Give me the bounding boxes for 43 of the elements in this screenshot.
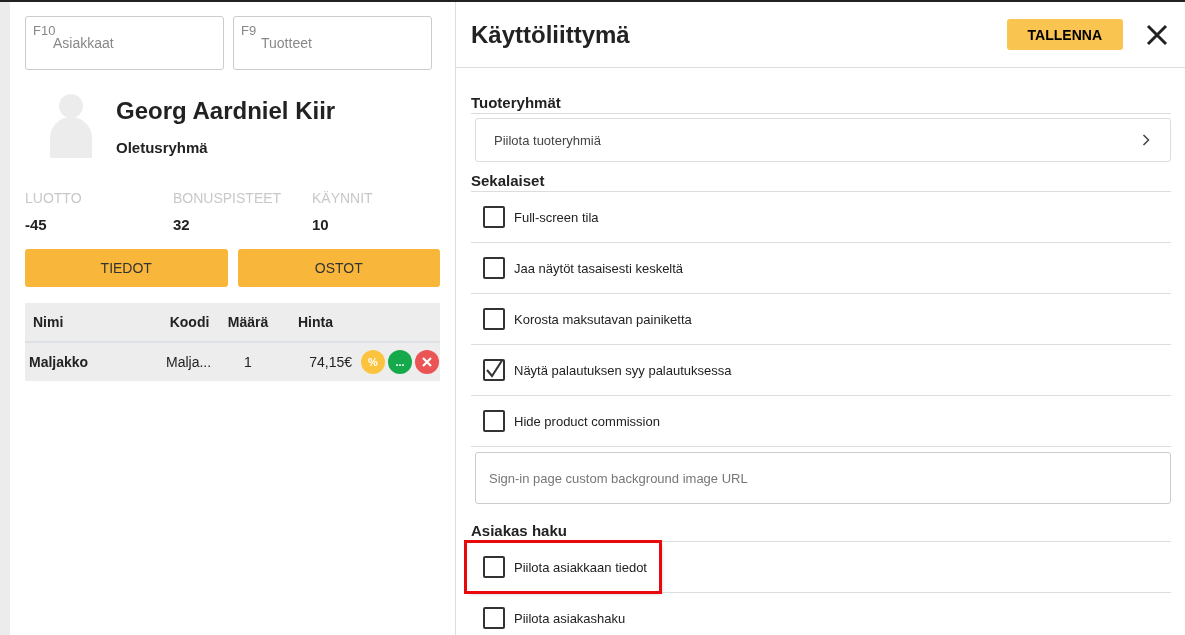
section-heading: Asiakas haku — [471, 522, 1171, 542]
checkbox[interactable] — [483, 359, 505, 381]
checkbox-option[interactable]: Piilota asiakashaku — [467, 594, 638, 635]
checkbox-option[interactable]: Hide product commission — [467, 397, 672, 445]
customer-group: Oletusryhmä — [116, 138, 336, 156]
panel-title: Käyttöliittymä — [471, 20, 631, 49]
close-icon — [422, 357, 432, 367]
checkbox[interactable] — [483, 206, 505, 228]
stat-value: 10 — [312, 216, 330, 233]
shortcut-button[interactable]: F9 Tuotteet — [233, 16, 432, 70]
checkbox-option[interactable]: Korosta maksutavan painiketta — [467, 295, 704, 343]
customer-tab-button[interactable]: OSTOT — [237, 249, 440, 287]
table-cell-text: 1 — [243, 354, 253, 370]
checkbox[interactable] — [483, 308, 505, 330]
customer-name: Georg Aardniel Kiir — [116, 96, 336, 125]
checkbox[interactable] — [483, 257, 505, 279]
checkbox[interactable] — [483, 607, 505, 629]
checkbox-option[interactable]: Näytä palautuksen syy palautuksessa — [467, 346, 744, 394]
table-cell-text: Maljakko — [28, 354, 90, 370]
stat-value: 32 — [173, 216, 191, 233]
checkbox-option[interactable]: Piilota asiakkaan tiedot — [467, 543, 659, 591]
table-cell-text: Malja... — [165, 354, 213, 370]
column-header: Määrä — [226, 314, 270, 330]
url-input-field[interactable]: Sign-in page custom background image URL — [475, 452, 1171, 504]
checkbox[interactable] — [483, 410, 505, 432]
checkbox-option[interactable]: Jaa näytöt tasaisesti keskeltä — [467, 244, 696, 292]
column-header: Hinta — [297, 314, 334, 330]
section-heading: Sekalaiset — [471, 172, 1171, 192]
close-button[interactable] — [1145, 22, 1169, 47]
chevron-right-icon — [1142, 134, 1150, 146]
column-header: Nimi — [32, 314, 65, 330]
shortcut-button[interactable]: F10 Asiakkaat — [25, 16, 224, 70]
table-cell-text: 74,15€ — [308, 354, 352, 370]
stat-value: -45 — [25, 216, 48, 233]
hide-groups-link[interactable]: Piilota tuoteryhmiä — [475, 118, 1171, 162]
close-icon — [1145, 22, 1169, 47]
customer-tab-button[interactable]: TIEDOT — [25, 249, 228, 287]
remove-button[interactable] — [415, 350, 439, 374]
checkbox-option[interactable]: Full-screen tila — [467, 193, 611, 241]
save-button[interactable]: TALLENNA — [1006, 19, 1123, 50]
section-heading: Tuoteryhmät — [471, 94, 1171, 114]
column-header: Koodi — [168, 314, 211, 330]
checkbox[interactable] — [483, 556, 505, 578]
